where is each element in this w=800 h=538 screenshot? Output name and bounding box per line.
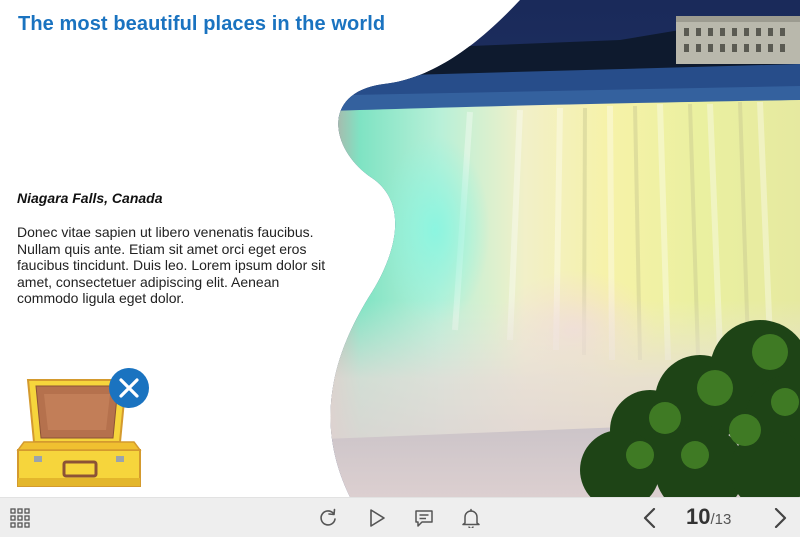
slide-counter: 10/13 xyxy=(686,504,731,532)
bell-icon xyxy=(462,508,480,528)
previous-slide-button[interactable] xyxy=(632,498,668,538)
menu-button[interactable] xyxy=(2,498,38,538)
replay-button[interactable] xyxy=(310,498,346,538)
next-icon xyxy=(774,508,787,528)
notes-icon xyxy=(415,510,433,527)
total-slides: 13 xyxy=(714,511,732,528)
menu-grid-icon xyxy=(10,508,30,528)
slide: The most beautiful places in the world N… xyxy=(0,0,800,497)
play-button[interactable] xyxy=(359,498,395,538)
notifications-button[interactable] xyxy=(453,498,489,538)
next-slide-button[interactable] xyxy=(762,498,798,538)
close-icon xyxy=(119,378,139,398)
player-toolbar: 10/13 xyxy=(0,497,800,537)
notes-button[interactable] xyxy=(406,498,442,538)
current-slide-number: 10 xyxy=(686,504,711,529)
place-name: Niagara Falls, Canada xyxy=(17,190,163,206)
replay-icon xyxy=(320,508,336,526)
place-description: Donec vitae sapien ut libero venenatis f… xyxy=(17,224,326,306)
play-icon xyxy=(370,509,385,527)
prev-icon xyxy=(643,508,656,528)
page-title: The most beautiful places in the world xyxy=(18,13,386,35)
close-button[interactable] xyxy=(109,368,149,408)
